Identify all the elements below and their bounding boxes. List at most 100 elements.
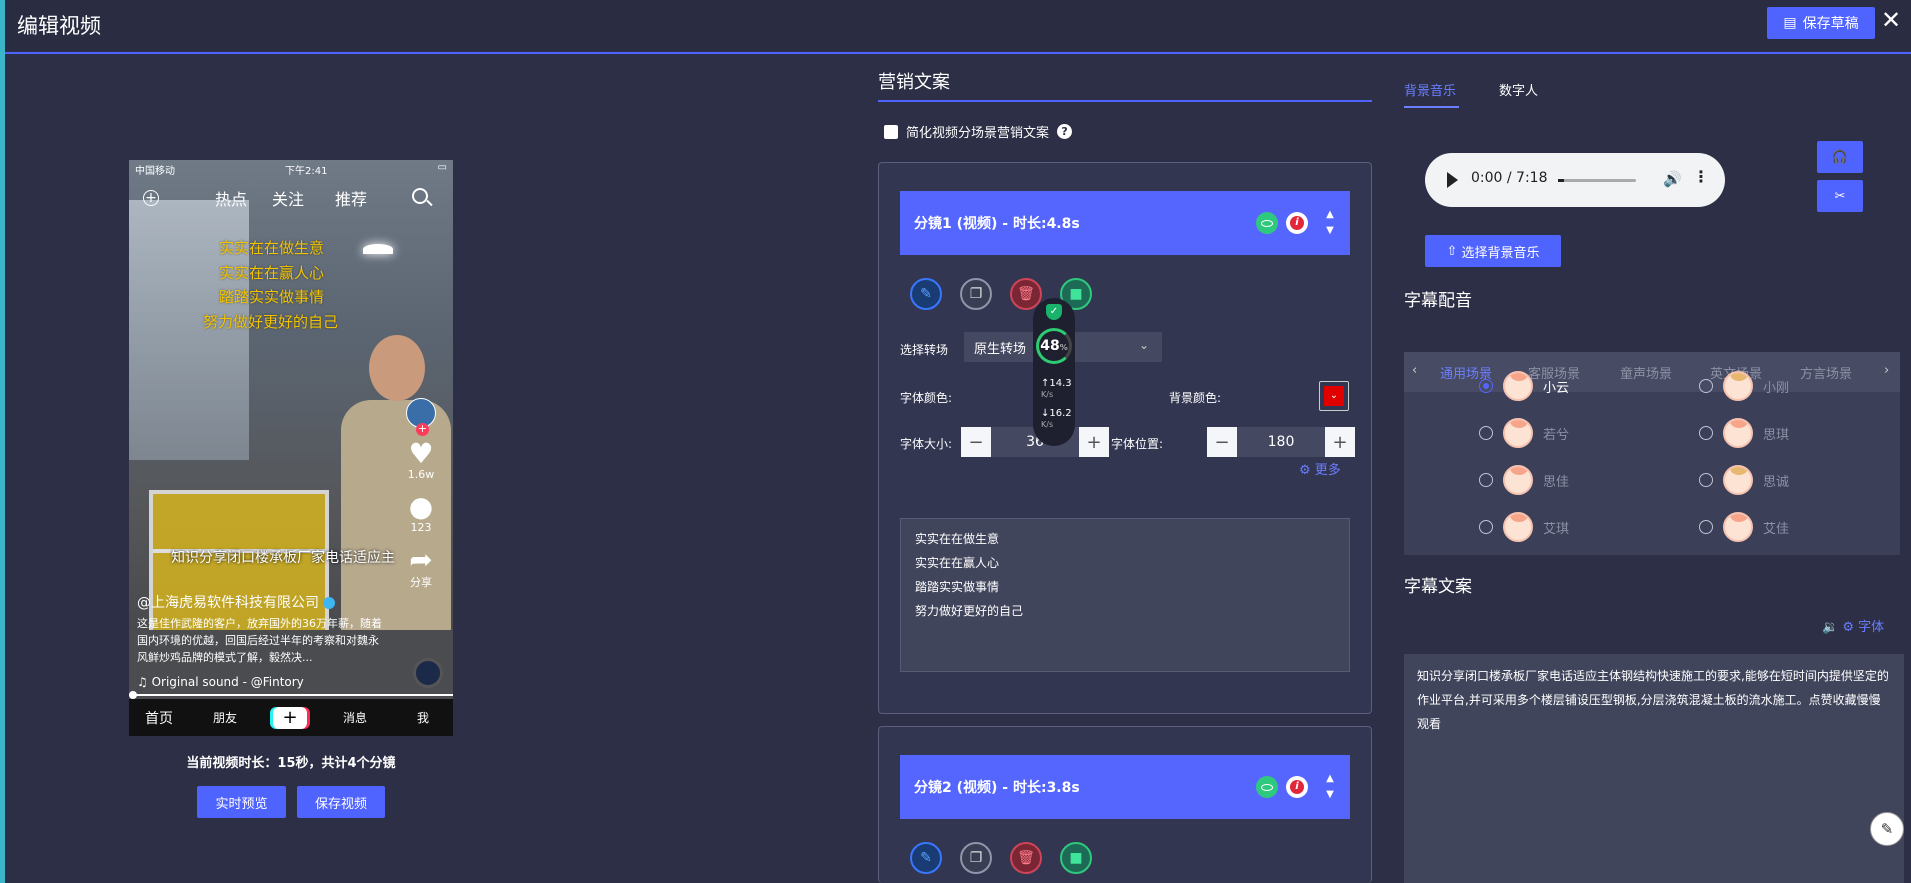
font-pos-value[interactable]: 180: [1237, 427, 1325, 457]
edit-icon[interactable]: ✎: [910, 842, 942, 874]
reorder-arrows[interactable]: ▲ ▼: [1324, 207, 1336, 239]
transition-label: 选择转场: [900, 343, 949, 357]
copy-icon[interactable]: ❐: [960, 278, 992, 310]
eye-icon[interactable]: [1256, 776, 1278, 798]
avatar: [1723, 371, 1753, 401]
video-description: 这是佳作武隆的客户，放弃国外的36万年薪，随着国内环境的优越，回国后经过半年的考…: [137, 617, 382, 664]
voice-name: 艾佳: [1763, 521, 1790, 537]
voice-option[interactable]: 小云: [1479, 371, 1569, 401]
caption-text-area[interactable]: 知识分享闭口楼承板厂家电话适应主体钢结构快速施工的要求,能够在短时间内提供坚定的…: [1404, 654, 1904, 883]
status-time: 下午2:41: [285, 166, 328, 177]
chevron-left-icon[interactable]: ‹: [1412, 363, 1417, 378]
battery-icon: ▭: [437, 162, 447, 173]
phone-nav-friends: 朋友: [213, 711, 238, 725]
help-icon[interactable]: ?: [1057, 124, 1073, 139]
video-icon[interactable]: ■: [1060, 842, 1092, 874]
save-draft-button[interactable]: ▤ 保存草稿: [1767, 7, 1875, 39]
percent-unit: %: [1059, 343, 1068, 352]
volume-icon[interactable]: 🔊: [1663, 170, 1682, 188]
overlay-line: 实实在在赢人心: [219, 263, 325, 282]
font-size-label: 字体大小:: [900, 437, 953, 451]
voice-option[interactable]: 思佳: [1479, 465, 1569, 495]
close-icon[interactable]: ✕: [1881, 6, 1901, 34]
headphones-button[interactable]: 🎧: [1817, 141, 1863, 173]
bg-color-picker[interactable]: ⌄: [1319, 381, 1349, 411]
copy-icon[interactable]: ❐: [960, 842, 992, 874]
edit-icon[interactable]: ✎: [910, 278, 942, 310]
follow-plus-icon: +: [416, 422, 429, 436]
radio-selected[interactable]: [1479, 379, 1493, 393]
gear-icon: ⚙: [1299, 463, 1311, 478]
minus-icon[interactable]: −: [961, 427, 991, 457]
play-icon[interactable]: [1447, 172, 1458, 188]
marketing-title: 营销文案: [878, 72, 950, 93]
scene-tab[interactable]: 方言场景: [1800, 363, 1852, 382]
video-progress[interactable]: [129, 694, 453, 696]
video-subtitle: 知识分享闭口楼承板厂家电话适应主: [171, 550, 395, 566]
gear-icon[interactable]: ⚙: [1842, 620, 1854, 635]
voice-option[interactable]: 若兮: [1479, 418, 1569, 448]
tab-digital-human[interactable]: 数字人: [1499, 80, 1538, 99]
voice-name: 小云: [1543, 380, 1570, 396]
sound-label: ♫ Original sound - @Fintory: [137, 675, 304, 689]
select-music-button[interactable]: ⇧ 选择背景音乐: [1425, 235, 1561, 267]
more-vertical-icon[interactable]: ⋮: [1693, 167, 1709, 186]
realtime-preview-button[interactable]: 实时预览: [197, 786, 286, 818]
scissors-button[interactable]: ✂: [1817, 180, 1863, 212]
phone-top-nav: + 热点 关注 推荐: [129, 184, 453, 212]
network-speed-widget[interactable]: ✓ 48% ↑14.3 K/s ↓16.2 K/s: [1033, 298, 1075, 446]
font-pos-stepper[interactable]: − 180 +: [1207, 427, 1355, 457]
video-progress-handle[interactable]: [129, 691, 137, 699]
shot-text-area[interactable]: 实实在在做生意 实实在在赢人心 踏踏实实做事情 努力做好更好的自己: [900, 518, 1350, 672]
audio-player[interactable]: 0:00 / 7:18 🔊 ⋮: [1425, 153, 1725, 207]
delete-icon[interactable]: 🗑: [1010, 842, 1042, 874]
radio[interactable]: [1479, 426, 1493, 440]
avatar: [1503, 418, 1533, 448]
radio[interactable]: [1699, 473, 1713, 487]
voice-option[interactable]: 艾佳: [1699, 512, 1789, 542]
plus-icon[interactable]: +: [1325, 427, 1355, 457]
voice-option[interactable]: 小刚: [1699, 371, 1789, 401]
upload-unit: K/s: [1041, 390, 1054, 399]
upload-icon: ⇧: [1446, 243, 1458, 259]
heart-icon: ♥: [408, 437, 434, 470]
shot-text-line: 实实在在赢人心: [915, 556, 1000, 570]
info-icon[interactable]: i: [1286, 776, 1308, 798]
phone-bottom-nav: 首页 朋友 + 消息 我: [129, 699, 453, 736]
save-video-button[interactable]: 保存视频: [297, 786, 385, 818]
shot-header: 分镜2 (视频) - 时长:3.8s i ▲ ▼: [900, 755, 1350, 819]
radio[interactable]: [1699, 426, 1713, 440]
percent-ring: 48%: [1036, 328, 1072, 364]
avatar: +: [406, 398, 436, 436]
radio[interactable]: [1479, 520, 1493, 534]
shot-card-2: 分镜2 (视频) - 时长:3.8s i ▲ ▼ ✎ ❐ 🗑 ■: [878, 726, 1372, 883]
avatar: [1723, 512, 1753, 542]
info-icon[interactable]: i: [1286, 212, 1308, 234]
tab-background-music[interactable]: 背景音乐: [1404, 80, 1456, 99]
eye-icon[interactable]: [1256, 212, 1278, 234]
radio[interactable]: [1479, 473, 1493, 487]
video-preview[interactable]: 中国移动 下午2:41 ▭ + 热点 关注 推荐 实实在在做生意 实实在在赢人心…: [129, 160, 453, 736]
chevron-right-icon[interactable]: ›: [1884, 363, 1889, 378]
radio[interactable]: [1699, 520, 1713, 534]
voice-name: 思琪: [1763, 427, 1790, 443]
minus-icon[interactable]: −: [1207, 427, 1237, 457]
font-tool-label[interactable]: 字体: [1858, 620, 1884, 635]
more-link[interactable]: ⚙ 更多: [1299, 459, 1341, 478]
voice-name: 若兮: [1543, 427, 1570, 443]
help-chat-icon[interactable]: ✎: [1870, 812, 1904, 846]
voice-option[interactable]: 思琪: [1699, 418, 1789, 448]
voice-option[interactable]: 艾琪: [1479, 512, 1569, 542]
select-music-label: 选择背景音乐: [1461, 245, 1540, 261]
search-icon: [412, 188, 428, 204]
radio[interactable]: [1699, 379, 1713, 393]
audio-progress-bar[interactable]: [1558, 179, 1636, 182]
voice-name: 思诚: [1763, 474, 1790, 490]
voice-option[interactable]: 思诚: [1699, 465, 1789, 495]
plus-icon[interactable]: +: [1079, 427, 1109, 457]
scene-tab[interactable]: 童声场景: [1620, 363, 1672, 382]
reorder-arrows[interactable]: ▲ ▼: [1324, 771, 1336, 803]
simplify-checkbox[interactable]: [884, 124, 898, 139]
speaker-icon[interactable]: 🔉: [1822, 620, 1838, 635]
phone-tab-hot: 热点: [215, 190, 248, 209]
